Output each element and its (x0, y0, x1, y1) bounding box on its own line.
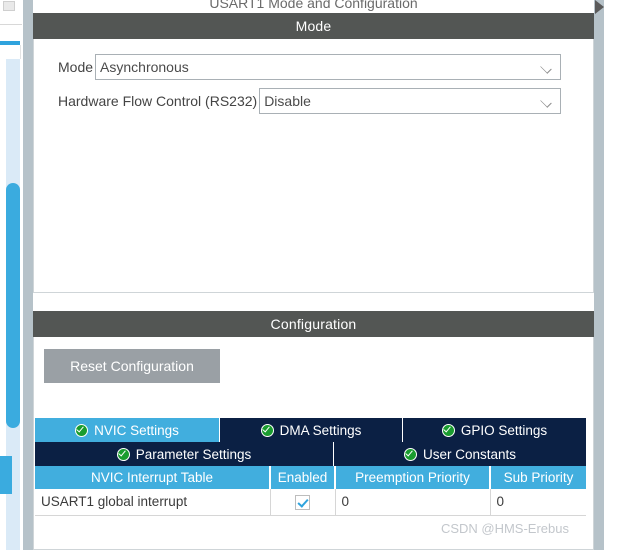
green-check-icon (441, 423, 455, 437)
hardware-flow-control-field-row: Hardware Flow Control (RS232) Disable (58, 88, 561, 114)
configuration-section-header: Configuration (33, 311, 594, 337)
left-gutter (23, 0, 33, 550)
tab-label: NVIC Settings (94, 422, 179, 438)
peripheral-configuration-pane: USART1 Mode and Configuration Mode Mode … (33, 0, 594, 550)
configuration-panel: Configuration Reset Configuration NVIC S… (33, 311, 594, 550)
mode-field-label: Mode (58, 59, 94, 75)
configuration-tabs-row-1: NVIC Settings DMA Settings GPIO Settings (35, 418, 586, 442)
chevron-down-icon (540, 62, 552, 74)
right-gutter (594, 0, 604, 550)
hardware-flow-control-value: Disable (264, 93, 311, 109)
right-outer-chrome (604, 0, 635, 550)
left-subpanel-fragment (0, 45, 21, 59)
tab-gpio-settings[interactable]: GPIO Settings (403, 418, 586, 442)
mode-section-header: Mode (33, 13, 594, 39)
green-check-icon (116, 447, 130, 461)
column-header-enabled[interactable]: Enabled (270, 466, 336, 489)
left-selection-block (0, 456, 12, 494)
page-title: USART1 Mode and Configuration (33, 0, 594, 14)
table-row[interactable]: USART1 global interrupt 0 0 (35, 489, 586, 516)
column-header-preemption-priority[interactable]: Preemption Priority (335, 466, 491, 489)
watermark-text: CSDN @HMS-Erebus (440, 521, 569, 536)
table-header-row: NVIC Interrupt Table Enabled Preemption … (35, 466, 586, 489)
hardware-flow-control-dropdown[interactable]: Disable (259, 88, 561, 114)
mode-dropdown[interactable]: Asynchronous (95, 54, 561, 80)
green-check-icon (403, 447, 417, 461)
configuration-tabs: NVIC Settings DMA Settings GPIO Settings (35, 418, 586, 466)
cell-enabled[interactable] (270, 489, 336, 516)
hardware-flow-control-label: Hardware Flow Control (RS232) (58, 93, 258, 109)
green-check-icon (260, 423, 274, 437)
enabled-checkbox[interactable] (295, 494, 310, 510)
nvic-interrupt-table: NVIC Interrupt Table Enabled Preemption … (35, 466, 586, 516)
mode-dropdown-value: Asynchronous (100, 59, 189, 75)
cell-interrupt-name: USART1 global interrupt (35, 489, 271, 516)
configuration-tabs-row-2: Parameter Settings User Constants (35, 442, 586, 466)
mode-panel: Mode Mode Asynchronous Hardware Flow Con… (33, 13, 594, 293)
green-check-icon (75, 423, 89, 437)
reset-configuration-button[interactable]: Reset Configuration (44, 349, 220, 383)
tab-parameter-settings[interactable]: Parameter Settings (35, 442, 334, 466)
chevron-down-icon (540, 96, 552, 108)
triangle-right-icon[interactable] (595, 0, 604, 14)
left-panel-fragment (0, 0, 22, 25)
mode-field-row: Mode Asynchronous (58, 54, 561, 80)
tab-label: Parameter Settings (135, 446, 252, 462)
tab-nvic-settings[interactable]: NVIC Settings (35, 418, 220, 442)
tab-user-constants[interactable]: User Constants (334, 442, 586, 466)
column-header-nvic-interrupt-table[interactable]: NVIC Interrupt Table (35, 466, 271, 489)
left-toolbar-icon[interactable] (3, 1, 15, 11)
vertical-scrollbar-thumb[interactable] (6, 183, 20, 428)
configuration-panel-body: Reset Configuration NVIC Settings DMA Se… (33, 337, 594, 550)
tab-dma-settings[interactable]: DMA Settings (220, 418, 403, 442)
cell-sub-priority[interactable]: 0 (490, 489, 586, 516)
tab-label: DMA Settings (279, 422, 362, 438)
mode-panel-body: Mode Asynchronous Hardware Flow Control … (33, 39, 594, 293)
tab-label: User Constants (422, 446, 517, 462)
tab-label: GPIO Settings (460, 422, 548, 438)
cell-preemption-priority[interactable]: 0 (335, 489, 491, 516)
column-header-sub-priority[interactable]: Sub Priority (490, 466, 586, 489)
